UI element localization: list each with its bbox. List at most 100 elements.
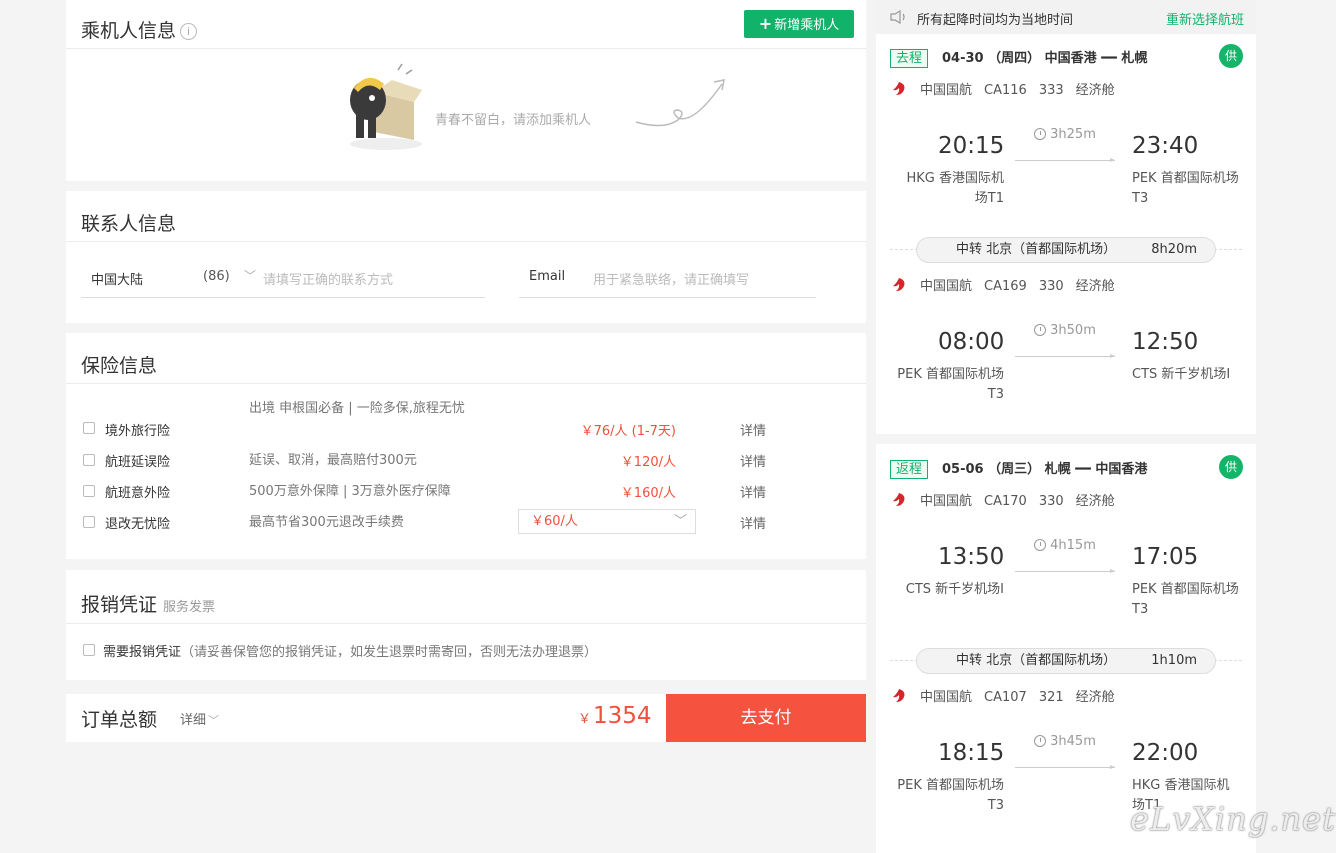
email-label: Email bbox=[529, 269, 566, 284]
speaker-icon bbox=[890, 10, 905, 24]
supply-badge-icon: 供 bbox=[1219, 44, 1243, 68]
departure-time: 08:00 bbox=[938, 329, 1005, 355]
flight-duration: 3h50m bbox=[1015, 323, 1115, 338]
contact-section: 联系人信息 中国大陆 (86) ﹀ 请填写正确的联系方式 Email 用于紧急联… bbox=[66, 191, 866, 323]
air-china-logo-icon bbox=[893, 82, 905, 95]
total-label: 订单总额 bbox=[81, 709, 158, 731]
insurance-detail-link[interactable]: 详情 bbox=[740, 451, 766, 470]
air-china-logo-icon bbox=[893, 278, 905, 291]
insurance-name: 境外旅行险 bbox=[105, 424, 171, 439]
flight-summary-panel: 所有起降时间均为当地时间 重新选择航班 去程 04-30 （周四） 中国香港 ━━… bbox=[876, 0, 1256, 853]
arrow-doodle-icon bbox=[635, 79, 725, 127]
return-tag: 返程 bbox=[890, 460, 929, 479]
arrival-airport: CTS 新千岁机场I bbox=[1132, 367, 1231, 382]
insurance-name: 航班意外险 bbox=[105, 486, 171, 501]
arrival-time: 23:40 bbox=[1132, 133, 1199, 159]
insurance-price: ￥120/人 bbox=[620, 455, 676, 470]
air-china-logo-icon bbox=[893, 493, 905, 506]
passenger-section: 乘机人信息 i + 新增乘机人 青春不留白，请添加乘机人 bbox=[66, 0, 866, 181]
trip-separator bbox=[876, 434, 1256, 444]
time-notice-bar: 所有起降时间均为当地时间 重新选择航班 bbox=[876, 0, 1256, 34]
duration-arrow bbox=[1015, 354, 1115, 358]
departure-time: 20:15 bbox=[938, 133, 1005, 159]
invoice-option[interactable]: 需要报销凭证（请妥善保管您的报销凭证，如发生退票时需寄回，否则无法办理退票） bbox=[83, 641, 597, 660]
arrival-time: 22:00 bbox=[1132, 740, 1199, 766]
invoice-title: 报销凭证 服务发票 bbox=[81, 594, 216, 616]
clock-icon bbox=[1034, 539, 1047, 551]
insurance-desc: 500万意外保障 | 3万意外医疗保障 bbox=[249, 484, 451, 499]
region-code[interactable]: (86) bbox=[203, 269, 230, 284]
departure-airport: HKG 香港国际机场T1 bbox=[906, 171, 1004, 206]
supply-badge-icon: 供 bbox=[1219, 455, 1243, 479]
insurance-detail-link[interactable]: 详情 bbox=[740, 420, 766, 439]
transfer-badge: 中转 北京（首都国际机场） 1h10m bbox=[916, 648, 1216, 674]
empty-box-illustration-icon bbox=[350, 63, 422, 150]
time-notice-text: 所有起降时间均为当地时间 bbox=[917, 13, 1074, 28]
duration-arrow bbox=[1015, 158, 1115, 162]
insurance-checkbox[interactable] bbox=[83, 454, 95, 466]
return-header: 返程 05-06 （周三） 札幌 ━━ 中国香港 bbox=[890, 458, 1147, 479]
arrival-time: 12:50 bbox=[1132, 329, 1199, 355]
chevron-down-icon: ﹀ bbox=[673, 514, 687, 529]
pay-button[interactable]: 去支付 bbox=[666, 694, 866, 742]
duration-arrow bbox=[1015, 569, 1115, 573]
insurance-detail-link[interactable]: 详情 bbox=[740, 482, 766, 501]
flight-duration: 4h15m bbox=[1015, 538, 1115, 553]
insurance-name: 航班延误险 bbox=[105, 455, 171, 470]
insurance-desc: 出境 申根国必备 | 一险多保,旅程无忧 bbox=[249, 401, 465, 416]
duration-arrow bbox=[1015, 765, 1115, 769]
insurance-checkbox[interactable] bbox=[83, 422, 95, 434]
divider bbox=[66, 48, 866, 49]
insurance-price: ￥160/人 bbox=[620, 486, 676, 501]
insurance-desc: 最高节省300元退改手续费 bbox=[249, 515, 404, 530]
rechoose-flight-link[interactable]: 重新选择航班 bbox=[1166, 9, 1244, 28]
insurance-checkbox[interactable] bbox=[83, 516, 95, 528]
contact-title: 联系人信息 bbox=[81, 213, 177, 235]
order-total-bar: 订单总额 详细 ﹀ ￥1354 去支付 bbox=[66, 694, 866, 742]
departure-airport: CTS 新千岁机场I bbox=[905, 582, 1004, 597]
flight-info-row: 中国国航 CA116 333 经济舱 bbox=[890, 79, 1115, 98]
email-input[interactable]: 用于紧急联络，请正确填写 bbox=[593, 269, 749, 288]
flight-info-row: 中国国航 CA169 330 经济舱 bbox=[890, 275, 1115, 294]
clock-icon bbox=[1034, 324, 1047, 336]
region-select[interactable]: 中国大陆 bbox=[91, 269, 143, 288]
invoice-note: （请妥善保管您的报销凭证，如发生退票时需寄回，否则无法办理退票） bbox=[181, 645, 598, 660]
info-icon[interactable]: i bbox=[180, 23, 198, 40]
invoice-section: 报销凭证 服务发票 需要报销凭证（请妥善保管您的报销凭证，如发生退票时需寄回，否则… bbox=[66, 570, 866, 680]
phone-input[interactable]: 请填写正确的联系方式 bbox=[263, 269, 393, 288]
departure-airport: PEK 首都国际机场T3 bbox=[897, 367, 1004, 402]
insurance-desc: 延误、取消，最高赔付300元 bbox=[249, 453, 417, 468]
flight-info-row: 中国国航 CA170 330 经济舱 bbox=[890, 490, 1115, 509]
insurance-title: 保险信息 bbox=[81, 355, 158, 377]
phone-field[interactable]: 中国大陆 (86) ﹀ 请填写正确的联系方式 bbox=[81, 262, 485, 298]
insurance-section: 保险信息 境外旅行险 出境 申根国必备 | 一险多保,旅程无忧 ￥76/人 (1… bbox=[66, 333, 866, 559]
departure-time: 13:50 bbox=[938, 544, 1005, 570]
insurance-checkbox[interactable] bbox=[83, 485, 95, 497]
clock-icon bbox=[1034, 735, 1047, 747]
outbound-header: 去程 04-30 （周四） 中国香港 ━━ 札幌 bbox=[890, 47, 1147, 68]
invoice-checkbox-label[interactable]: 需要报销凭证 bbox=[103, 645, 181, 660]
arrival-time: 17:05 bbox=[1132, 544, 1199, 570]
flight-duration: 3h25m bbox=[1015, 127, 1115, 142]
divider bbox=[66, 241, 866, 242]
total-detail-toggle[interactable]: 详细 ﹀ bbox=[180, 709, 219, 728]
arrival-airport: PEK 首都国际机场T3 bbox=[1132, 171, 1239, 206]
air-china-logo-icon bbox=[893, 689, 905, 702]
insurance-price-select[interactable]: ￥60/人 ﹀ bbox=[518, 509, 696, 534]
email-field[interactable]: Email 用于紧急联络，请正确填写 bbox=[519, 262, 816, 298]
invoice-subtitle: 服务发票 bbox=[163, 600, 216, 615]
departure-time: 18:15 bbox=[938, 740, 1005, 766]
divider bbox=[66, 383, 866, 384]
divider bbox=[66, 623, 866, 624]
chevron-down-icon[interactable]: ﹀ bbox=[244, 267, 256, 284]
total-price: ￥1354 bbox=[578, 703, 652, 729]
invoice-checkbox[interactable] bbox=[83, 644, 95, 656]
flight-info-row: 中国国航 CA107 321 经济舱 bbox=[890, 686, 1115, 705]
empty-passenger-text: 青春不留白，请添加乘机人 bbox=[435, 113, 592, 128]
insurance-detail-link[interactable]: 详情 bbox=[740, 513, 766, 532]
arrival-airport: PEK 首都国际机场T3 bbox=[1132, 582, 1239, 617]
insurance-name: 退改无忧险 bbox=[105, 517, 171, 532]
add-passenger-button[interactable]: + 新增乘机人 bbox=[744, 10, 854, 38]
site-watermark: eLvXing.net bbox=[1130, 800, 1336, 838]
passenger-title: 乘机人信息 i bbox=[81, 16, 198, 43]
